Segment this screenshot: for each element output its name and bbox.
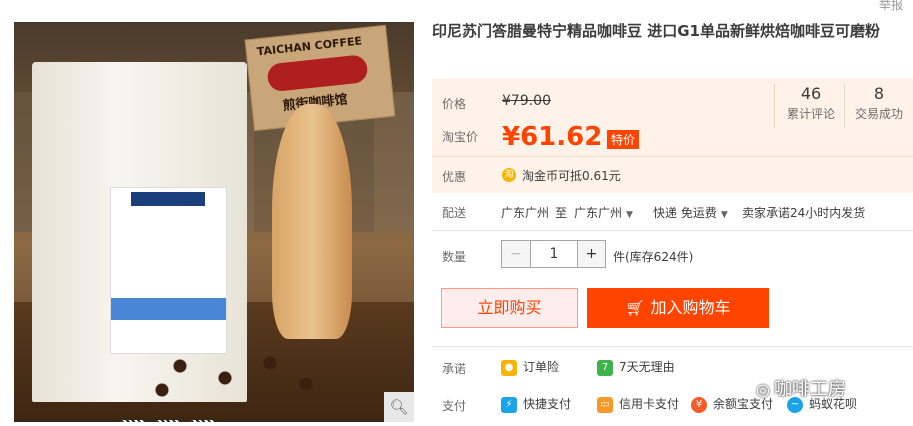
- taobao-price-label: 淘宝价: [442, 130, 479, 144]
- watermark: ◎ 咖啡工房: [756, 375, 846, 401]
- sales-count-value: 8: [873, 84, 885, 103]
- pay-credit-card[interactable]: ▭ 信用卡支付: [597, 395, 679, 413]
- ship-from: 广东广州: [501, 206, 550, 220]
- chevron-down-icon: ▼: [626, 210, 633, 220]
- quantity-decrease-button[interactable]: −: [501, 240, 531, 268]
- shipping-method-value: 快递 免运费: [653, 206, 717, 220]
- bag-label: [110, 187, 227, 422]
- original-price: ¥79.00: [502, 93, 551, 109]
- price-panel: 价格 ¥79.00 淘宝价 ¥61.62 特价 46 累计评论 8 交易成功 优…: [432, 78, 913, 193]
- divider: [432, 156, 913, 157]
- wooden-bear-figure: [272, 104, 352, 339]
- price-label: 价格: [442, 97, 467, 111]
- watermark-text: 咖啡工房: [773, 379, 846, 400]
- wechat-icon: ◎: [756, 380, 770, 399]
- quick-pay-icon: ⚡: [501, 396, 517, 413]
- current-price: ¥61.62: [502, 122, 603, 152]
- divider: [432, 346, 913, 347]
- seven-day-return[interactable]: 7 7天无理由: [597, 358, 675, 376]
- report-link[interactable]: 举报: [879, 0, 903, 13]
- quantity-increase-button[interactable]: +: [577, 240, 606, 268]
- sale-tag: 特价: [607, 130, 640, 149]
- product-title: 印尼苏门答腊曼特宁精品咖啡豆 进口G1单品新鲜烘焙咖啡豆可磨粉: [432, 22, 880, 40]
- cart-icon: 🛒︎: [625, 299, 645, 317]
- sales-count[interactable]: 8 交易成功: [844, 84, 913, 122]
- bag-label-band: [111, 298, 226, 320]
- seven-day-return-label: 7天无理由: [619, 360, 675, 374]
- yuebao-icon: ¥: [691, 396, 707, 413]
- quantity-input[interactable]: 1: [530, 240, 578, 268]
- sales-count-label: 交易成功: [854, 107, 903, 121]
- coin-discount-text: 淘金币可抵0.61元: [522, 169, 621, 183]
- shipping-label: 配送: [442, 206, 467, 220]
- review-count-value: 46: [800, 84, 822, 103]
- credit-card-icon: ▭: [597, 396, 613, 413]
- product-image[interactable]: TAICHAN COFFEE 煎街咖啡馆 🔍︎: [14, 22, 414, 422]
- ship-to-word: 至: [555, 206, 568, 220]
- qr-code: [156, 420, 180, 422]
- discount-label: 优惠: [442, 170, 467, 184]
- pay-quick-label: 快捷支付: [523, 397, 572, 411]
- delivery-promise: 卖家承诺24小时内发货: [742, 206, 866, 220]
- qr-code: [191, 420, 215, 422]
- stock-text: 件(库存624件): [613, 250, 694, 264]
- bag-label-title: [131, 192, 205, 206]
- qr-code: [121, 420, 145, 422]
- seven-day-icon: 7: [597, 359, 613, 376]
- sign-brand: TAICHAN COFFEE: [256, 34, 363, 59]
- sign-badge: [266, 54, 369, 93]
- order-insurance[interactable]: ● 订单险: [501, 358, 559, 376]
- ship-to-value: 广东广州: [574, 206, 623, 220]
- review-count[interactable]: 46 累计评论: [776, 84, 846, 122]
- chevron-down-icon: ▼: [720, 210, 728, 220]
- add-to-cart-label: 加入购物车: [650, 298, 731, 317]
- add-to-cart-button[interactable]: 🛒︎ 加入购物车: [587, 288, 769, 328]
- taobao-coin-icon: 淘: [502, 168, 516, 182]
- zoom-icon[interactable]: 🔍︎: [384, 392, 414, 422]
- divider: [774, 84, 775, 128]
- pay-credit-card-label: 信用卡支付: [619, 397, 680, 411]
- ship-to-select[interactable]: 广东广州 ▼: [574, 204, 633, 221]
- buy-now-button[interactable]: 立即购买: [441, 288, 578, 328]
- pay-quick[interactable]: ⚡ 快捷支付: [501, 395, 571, 413]
- divider: [432, 230, 913, 231]
- review-count-label: 累计评论: [786, 107, 835, 121]
- quantity-label: 数量: [442, 250, 467, 264]
- shipping-method-select[interactable]: 快递 免运费 ▼: [653, 204, 728, 221]
- order-insurance-label: 订单险: [523, 360, 560, 374]
- coffee-beans: [144, 342, 324, 402]
- promise-label: 承诺: [442, 362, 467, 376]
- payment-label: 支付: [442, 399, 467, 413]
- shield-icon: ●: [501, 359, 517, 376]
